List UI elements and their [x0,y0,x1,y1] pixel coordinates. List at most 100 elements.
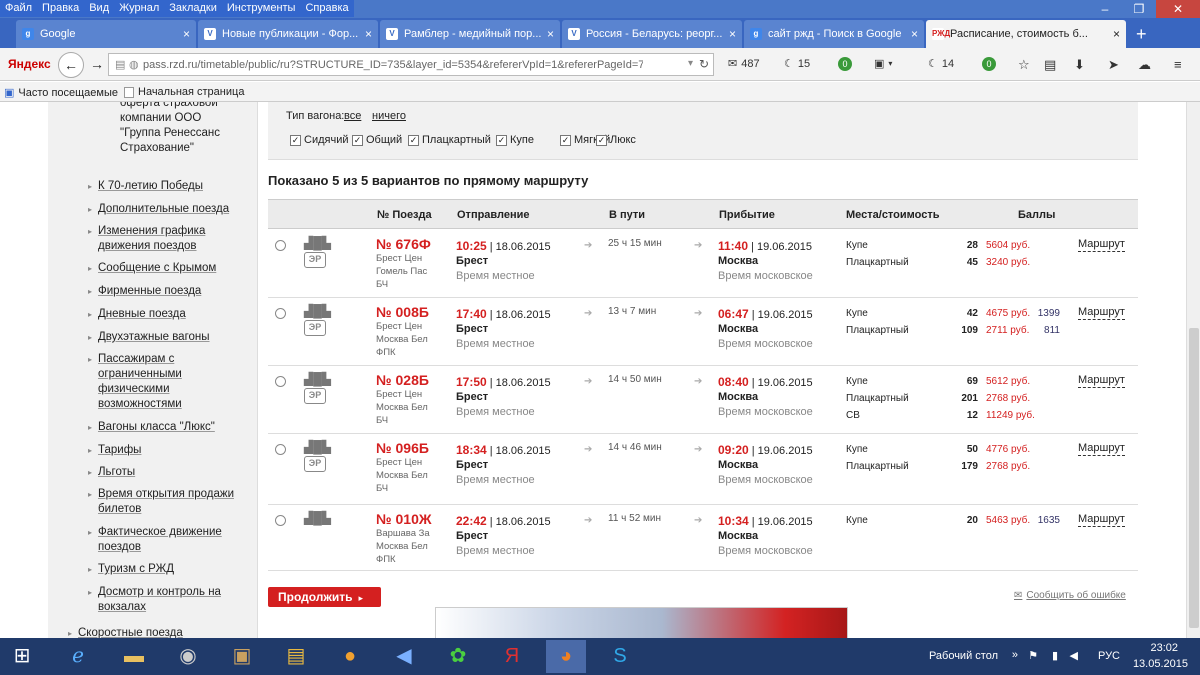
route-link[interactable]: Маршрут [1078,442,1125,456]
sidebar-link[interactable]: Дневные поезда [98,307,248,322]
counter-widget-1[interactable]: 0 [838,57,852,71]
taskbar-audio[interactable]: ◀ [384,640,424,673]
train-radio-button[interactable] [275,308,286,319]
address-bar[interactable]: ▤ ◍ pass.rzd.ru/timetable/public/ru?STRU… [108,53,714,76]
menu-item[interactable]: Вид [84,0,114,17]
menu-item[interactable]: Журнал [114,0,164,17]
tab-2[interactable]: V Новые публикации - Фор... × [198,20,378,48]
taskbar-icq[interactable]: ✿ [438,640,478,673]
camera-widget[interactable]: ▣ ▾ [874,57,892,70]
checkbox-checked-icon[interactable]: ✓ [290,134,301,146]
tab-close-icon[interactable]: × [365,20,372,48]
sidebar-link[interactable]: оферта страховой компании ООО "Группа Ре… [120,102,240,156]
checkbox-checked-icon[interactable]: ✓ [352,134,363,146]
reload-icon[interactable]: ↻ [699,57,709,71]
filter-checkbox[interactable]: ✓ Купе [496,134,534,146]
route-link[interactable]: Маршрут [1078,513,1125,527]
bookmark-star-icon[interactable]: ☆ [1018,57,1030,73]
chat-icon[interactable]: ☁ [1138,57,1151,73]
start-button[interactable]: ⊞ [2,640,42,673]
select-all-link[interactable]: все [344,110,361,122]
sidebar-link[interactable]: Льготы [98,465,248,480]
close-window-button[interactable]: ✕ [1156,0,1200,18]
menu-icon[interactable]: ≡ [1174,57,1182,72]
yandex-logo[interactable]: Яндекс [8,57,51,71]
bookmark-frequent[interactable]: ▣ Часто посещаемые [4,86,118,100]
sidebar-link[interactable]: Дополнительные поезда [98,202,248,217]
filter-checkbox[interactable]: ✓ Общий [352,134,402,146]
back-button[interactable]: ← [58,52,84,78]
taskbar-yandex[interactable]: Я [492,640,532,673]
sidebar-link[interactable]: Досмотр и контроль на вокзалах [98,585,248,615]
chevron-up-icon[interactable]: » [1012,649,1018,661]
taskbar-media[interactable]: ◉ [168,640,208,673]
report-error-link[interactable]: ✉ Сообщить об ошибке [1014,590,1126,601]
seat-option[interactable]: Купе 69 5612 руб. [846,376,1046,390]
route-link[interactable]: Маршрут [1078,374,1125,388]
seat-option[interactable]: Купе 28 5604 руб. [846,240,1046,254]
download-icon[interactable]: ⬇ [1074,57,1085,73]
signal-icon[interactable]: ▮ [1052,649,1058,662]
tab-close-icon[interactable]: × [1113,20,1120,48]
taskbar-skype[interactable]: S [600,640,640,673]
menu-item[interactable]: Инструменты [222,0,301,17]
clock-time[interactable]: 23:02 [1150,642,1178,654]
tab-4[interactable]: V Россия - Беларусь: реорг... × [562,20,742,48]
seat-option[interactable]: Плацкартный 45 3240 руб. [846,257,1046,271]
filter-checkbox[interactable]: ✓ Люкс [596,134,636,146]
taskbar-app[interactable]: ▣ [222,640,262,673]
tab-5[interactable]: g сайт ржд - Поиск в Google × [744,20,924,48]
taskbar-ie[interactable]: ℯ [58,640,98,673]
menu-item[interactable]: Файл [0,0,37,17]
desktop-label[interactable]: Рабочий стол [929,650,998,662]
dropdown-icon[interactable]: ▾ [688,58,693,69]
taskbar-browser[interactable]: ● [330,640,370,673]
sidebar-link[interactable]: Сообщение с Крымом [98,261,248,276]
sidebar-link[interactable]: Фактическое движение поездов [98,525,248,555]
sidebar-link[interactable]: Тарифы [98,443,248,458]
bookmark-home[interactable]: Начальная страница [124,86,244,98]
tab-3[interactable]: V Рамблер - медийный пор... × [380,20,560,48]
tab-close-icon[interactable]: × [183,20,190,48]
sidebar-link[interactable]: Двухэтажные вагоны [98,330,248,345]
clock-date[interactable]: 13.05.2015 [1133,658,1188,670]
sidebar-link[interactable]: Изменения графика движения поездов [98,224,248,254]
menu-item[interactable]: Правка [37,0,84,17]
sidebar-link[interactable]: Вагоны класса "Люкс" [98,420,248,435]
tab-close-icon[interactable]: × [729,20,736,48]
page-scrollbar[interactable] [1186,102,1200,640]
checkbox-checked-icon[interactable]: ✓ [408,134,419,146]
seat-option[interactable]: Купе 50 4776 руб. [846,444,1046,458]
sidebar-link[interactable]: Пассажирам с ограниченными физическими в… [98,352,248,412]
filter-checkbox[interactable]: ✓ Сидячий [290,134,348,146]
sidebar-link[interactable]: К 70-летию Победы [98,179,248,194]
checkbox-checked-icon[interactable]: ✓ [496,134,507,146]
continue-button[interactable]: Продолжить ▸ [268,587,381,607]
route-link[interactable]: Маршрут [1078,238,1125,252]
tab-close-icon[interactable]: × [547,20,554,48]
maximize-button[interactable]: ❐ [1122,0,1156,18]
route-link[interactable]: Маршрут [1078,306,1125,320]
select-none-link[interactable]: ничего [372,110,406,122]
seat-option[interactable]: Плацкартный 179 2768 руб. [846,461,1046,475]
train-radio-button[interactable] [275,515,286,526]
seat-option[interactable]: СВ 12 11249 руб. [846,410,1046,424]
volume-icon[interactable]: ◀ [1070,649,1078,662]
tab-1[interactable]: g Google × [16,20,196,48]
train-radio-button[interactable] [275,444,286,455]
weather-widget-1[interactable]: ☾ 15 [784,57,810,71]
mail-widget[interactable]: ✉ 487 [728,57,760,71]
forward-button[interactable]: → [84,52,110,78]
tab-6[interactable]: РЖД Расписание, стоимость б... × [926,20,1126,48]
weather-widget-2[interactable]: ☾ 14 [928,57,954,71]
taskbar-firefox[interactable]: ◕ [546,640,586,673]
sidebar-link[interactable]: Время открытия продажи билетов [98,487,248,517]
scroll-thumb[interactable] [1189,328,1199,628]
train-radio-button[interactable] [275,376,286,387]
filter-checkbox[interactable]: ✓ Плацкартный [408,134,491,146]
menu-item[interactable]: Справка [300,0,353,17]
taskbar-notes[interactable]: ▤ [276,640,316,673]
tab-close-icon[interactable]: × [911,20,918,48]
menu-item[interactable]: Закладки [164,0,222,17]
sidebar-link[interactable]: Фирменные поезда [98,284,248,299]
